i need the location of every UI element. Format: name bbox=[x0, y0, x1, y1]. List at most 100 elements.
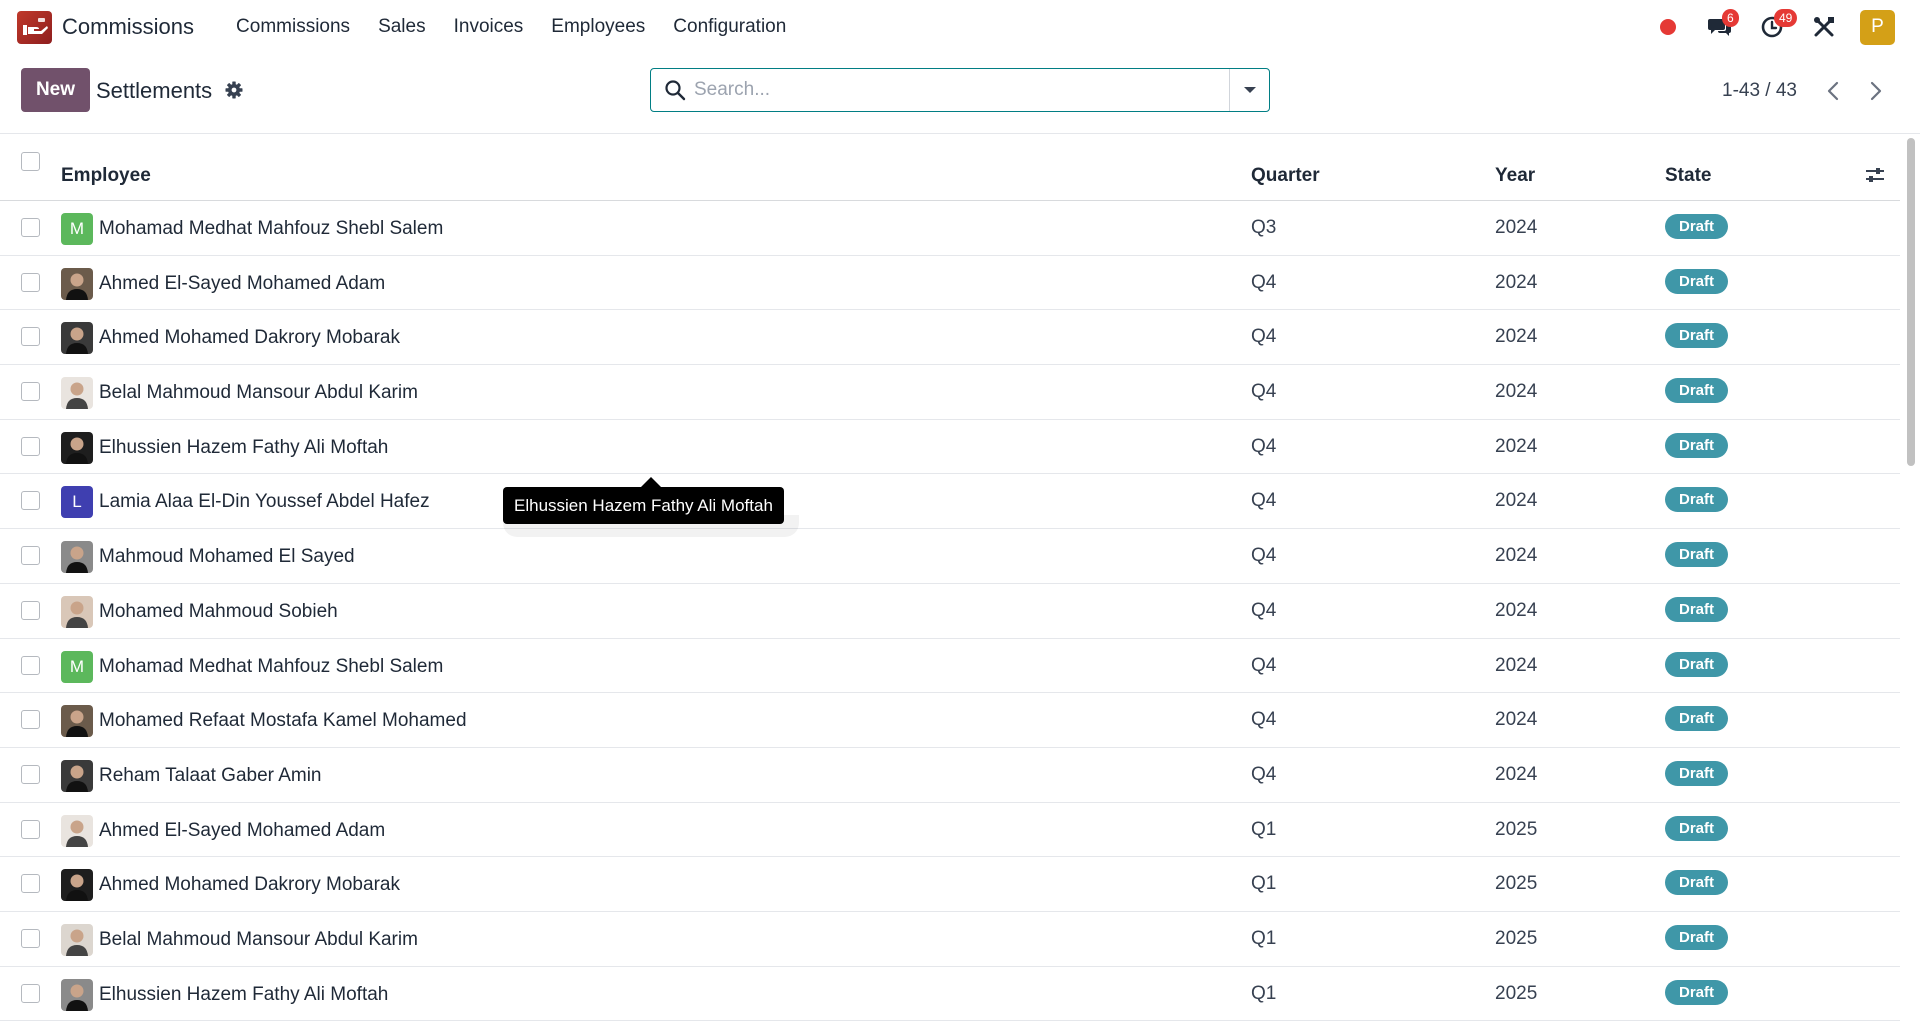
year-cell: 2024 bbox=[1495, 435, 1538, 457]
employee-photo-icon bbox=[61, 431, 93, 464]
table-row[interactable]: Mohamed Mahmoud Sobieh Q4 2024 Draft bbox=[0, 584, 1900, 639]
menu-commissions[interactable]: Commissions bbox=[222, 16, 364, 38]
employee-photo-icon bbox=[61, 322, 93, 355]
status-badge: Draft bbox=[1665, 487, 1729, 513]
table-row[interactable]: Ahmed El-Sayed Mohamed Adam Q1 2025 Draft bbox=[0, 803, 1900, 858]
employee-cell[interactable]: Belal Mahmoud Mansour Abdul Karim bbox=[61, 923, 418, 956]
employee-avatar bbox=[61, 705, 93, 738]
table-row[interactable]: L Lamia Alaa El-Din Youssef Abdel Hafez Q4… bbox=[0, 474, 1900, 530]
employee-cell[interactable]: Elhussien Hazem Fathy Ali Moftah bbox=[61, 978, 388, 1011]
user-avatar[interactable]: P bbox=[1860, 9, 1895, 45]
row-checkbox[interactable] bbox=[21, 272, 40, 292]
select-all-checkbox[interactable] bbox=[21, 152, 40, 171]
column-header-year[interactable]: Year bbox=[1495, 165, 1535, 187]
year-cell: 2025 bbox=[1495, 818, 1538, 840]
activities-menu[interactable]: 49 bbox=[1752, 7, 1798, 47]
status-badge: Draft bbox=[1665, 924, 1729, 950]
employee-cell[interactable]: M Mohamad Medhat Mahfouz Shebl Salem bbox=[61, 650, 443, 683]
table-row[interactable]: Mohamed Refaat Mostafa Kamel Mohamed Q4 20… bbox=[0, 693, 1900, 748]
scrollbar-thumb[interactable] bbox=[1907, 138, 1915, 466]
employee-cell[interactable]: Ahmed El-Sayed Mohamed Adam bbox=[61, 814, 385, 847]
table-row[interactable]: Elhussien Hazem Fathy Ali Moftah Q1 2025 Dr… bbox=[0, 967, 1900, 1022]
status-badge: Draft bbox=[1665, 268, 1729, 294]
status-badge: Draft bbox=[1665, 214, 1729, 239]
table-row[interactable]: Reham Talaat Gaber Amin Q4 2024 Draft bbox=[0, 748, 1900, 803]
menu-employees[interactable]: Employees bbox=[537, 16, 659, 38]
recording-indicator[interactable] bbox=[1648, 7, 1688, 47]
employee-cell[interactable]: Ahmed Mohamed Dakrory Mobarak bbox=[61, 322, 400, 355]
employee-name: Mohamed Refaat Mostafa Kamel Mohamed bbox=[99, 710, 467, 732]
search-options-toggle[interactable] bbox=[1229, 69, 1269, 111]
status-badge: Draft bbox=[1665, 432, 1729, 458]
table-row[interactable]: Belal Mahmoud Mansour Abdul Karim Q1 2025 D… bbox=[0, 912, 1900, 967]
pager-next-button[interactable] bbox=[1861, 76, 1891, 106]
table-row[interactable]: Belal Mahmoud Mansour Abdul Karim Q4 2024 D… bbox=[0, 365, 1900, 420]
employee-cell[interactable]: Elhussien Hazem Fathy Ali Moftah bbox=[61, 431, 388, 464]
employee-cell[interactable]: Ahmed Mohamed Dakrory Mobarak bbox=[61, 869, 400, 902]
debug-tools-menu[interactable] bbox=[1804, 7, 1844, 47]
actions-gear-button[interactable] bbox=[224, 80, 244, 100]
row-checkbox[interactable] bbox=[21, 436, 40, 456]
employee-cell[interactable]: Mohamed Mahmoud Sobieh bbox=[61, 595, 338, 628]
row-checkbox[interactable] bbox=[21, 928, 40, 948]
table-row[interactable]: Elhussien Hazem Fathy Ali Moftah Q4 2024 Dr… bbox=[0, 420, 1900, 475]
app-name[interactable]: Commissions bbox=[62, 14, 194, 40]
employee-photo-icon bbox=[61, 759, 93, 792]
table-row[interactable]: Mahmoud Mohamed El Sayed Q4 2024 Draft bbox=[0, 529, 1900, 584]
pager-value[interactable]: 1-43 / 43 bbox=[1722, 80, 1797, 102]
column-header-state[interactable]: State bbox=[1665, 165, 1711, 187]
top-navbar: Commissions Commissions Sales Invoices E… bbox=[0, 0, 1920, 54]
employee-cell[interactable]: Mahmoud Mohamed El Sayed bbox=[61, 541, 355, 574]
employee-avatar bbox=[61, 814, 93, 847]
employee-cell[interactable]: M Mohamad Medhat Mahfouz Shebl Salem bbox=[61, 213, 443, 245]
row-checkbox[interactable] bbox=[21, 874, 40, 894]
employee-cell[interactable]: Ahmed El-Sayed Mohamed Adam bbox=[61, 267, 385, 300]
employee-cell[interactable]: Mohamed Refaat Mostafa Kamel Mohamed bbox=[61, 705, 467, 738]
employee-avatar: L bbox=[61, 486, 93, 519]
employee-photo-icon bbox=[61, 377, 93, 410]
row-checkbox[interactable] bbox=[21, 764, 40, 784]
column-header-quarter[interactable]: Quarter bbox=[1251, 165, 1320, 187]
row-checkbox[interactable] bbox=[21, 546, 40, 566]
commissions-app-logo[interactable] bbox=[17, 10, 52, 44]
quarter-cell: Q4 bbox=[1251, 271, 1277, 293]
employee-cell[interactable]: L Lamia Alaa El-Din Youssef Abdel Hafez bbox=[61, 486, 430, 519]
employee-avatar bbox=[61, 322, 93, 355]
table-row[interactable]: Ahmed Mohamed Dakrory Mobarak Q1 2025 Draft bbox=[0, 857, 1900, 912]
column-header-employee[interactable]: Employee bbox=[61, 165, 151, 187]
menu-sales[interactable]: Sales bbox=[364, 16, 440, 38]
quarter-cell: Q4 bbox=[1251, 326, 1277, 348]
table-row[interactable]: Ahmed El-Sayed Mohamed Adam Q4 2024 Draft bbox=[0, 256, 1900, 311]
messages-menu[interactable]: 6 bbox=[1700, 7, 1740, 47]
row-checkbox[interactable] bbox=[21, 983, 40, 1003]
new-button[interactable]: New bbox=[21, 68, 90, 112]
chevron-right-icon bbox=[1870, 81, 1882, 101]
row-checkbox[interactable] bbox=[21, 382, 40, 402]
row-checkbox[interactable] bbox=[21, 600, 40, 620]
row-checkbox[interactable] bbox=[21, 327, 40, 347]
gear-icon bbox=[225, 81, 243, 99]
table-row[interactable]: M Mohamad Medhat Mahfouz Shebl Salem Q4 202… bbox=[0, 639, 1900, 694]
table-row[interactable]: M Mohamad Medhat Mahfouz Shebl Salem Q3 202… bbox=[0, 201, 1900, 256]
row-checkbox[interactable] bbox=[21, 491, 40, 511]
year-cell: 2025 bbox=[1495, 982, 1538, 1004]
row-checkbox[interactable] bbox=[21, 819, 40, 839]
employee-cell[interactable]: Reham Talaat Gaber Amin bbox=[61, 759, 322, 792]
row-checkbox[interactable] bbox=[21, 218, 40, 237]
list-scrollbar[interactable] bbox=[1904, 135, 1918, 1033]
optional-columns-toggle[interactable] bbox=[1864, 165, 1886, 185]
pager-previous-button[interactable] bbox=[1818, 76, 1848, 106]
table-row[interactable]: Ahmed Mohamed Dakrory Mobarak Q4 2024 Draft bbox=[0, 310, 1900, 366]
row-checkbox[interactable] bbox=[21, 655, 40, 675]
search-input[interactable] bbox=[694, 79, 1229, 101]
menu-configuration[interactable]: Configuration bbox=[659, 16, 800, 38]
row-checkbox[interactable] bbox=[21, 710, 40, 730]
employee-cell[interactable]: Belal Mahmoud Mansour Abdul Karim bbox=[61, 377, 418, 410]
menu-invoices[interactable]: Invoices bbox=[440, 16, 538, 38]
messages-badge: 6 bbox=[1722, 9, 1739, 27]
main-menu: Commissions Sales Invoices Employees Con… bbox=[222, 16, 800, 38]
employee-photo-icon bbox=[61, 267, 93, 300]
quarter-cell: Q3 bbox=[1251, 217, 1277, 238]
settlements-list: Employee Quarter Year State M Mohamad Med… bbox=[0, 135, 1900, 1022]
quarter-cell: Q4 bbox=[1251, 545, 1277, 567]
